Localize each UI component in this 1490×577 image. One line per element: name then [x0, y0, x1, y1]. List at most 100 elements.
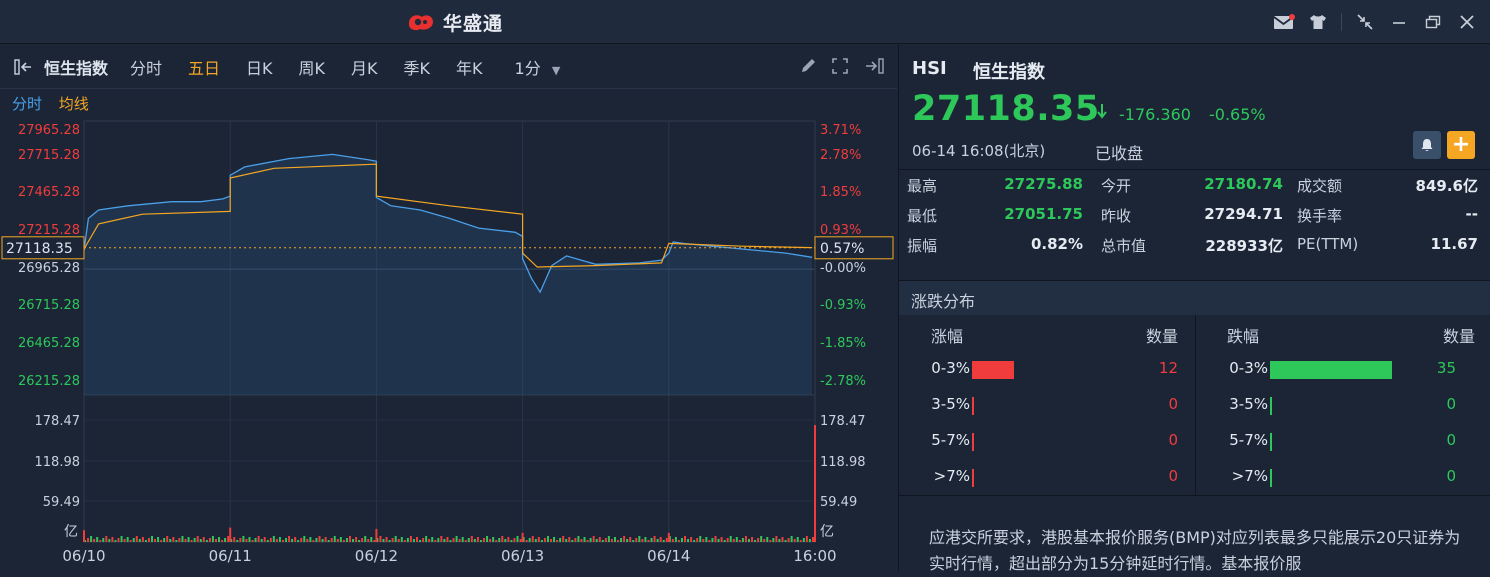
volume-bar: [699, 536, 702, 542]
volume-tick-label: 118.98: [35, 455, 81, 470]
volume-bar: [172, 537, 175, 542]
volume-bar: [629, 537, 632, 542]
volume-bar: [534, 539, 537, 542]
volume-bar: [285, 538, 288, 542]
volume-bar: [486, 536, 489, 542]
add-watchlist-button[interactable]: +: [1447, 131, 1475, 159]
volume-bar: [476, 537, 479, 542]
volume-bar: [297, 540, 300, 542]
minimize-icon[interactable]: [1382, 0, 1416, 44]
volume-bar: [333, 536, 336, 542]
five-day-chart[interactable]: 27965.28 27715.28 27465.28 27215.28 26965.28…: [0, 45, 897, 571]
volume-bar: [519, 539, 522, 542]
volume-bar: [467, 538, 470, 542]
volume-bar: [245, 539, 248, 542]
volume-bar: [272, 536, 275, 542]
volume-bar: [379, 536, 382, 542]
volume-bar: [324, 537, 327, 542]
stat-label: PE(TTM): [1297, 235, 1359, 253]
column-divider: [1195, 315, 1196, 495]
volume-bar: [690, 537, 693, 542]
volume-bar: [391, 538, 394, 542]
volume-bar: [385, 537, 388, 542]
volume-bar: [315, 538, 318, 542]
separator: [1341, 13, 1342, 31]
volume-bar: [577, 536, 580, 542]
volume-bar: [99, 540, 102, 542]
volume-bar: [510, 540, 513, 542]
volume-bar: [455, 536, 458, 542]
volume-bar: [437, 538, 440, 542]
volume-bar: [141, 537, 144, 542]
volume-bar: [90, 536, 93, 542]
skin-icon[interactable]: [1301, 0, 1335, 44]
x-axis-label: 06/13: [501, 547, 544, 565]
volume-bar: [747, 539, 750, 542]
volume-bar: [802, 538, 805, 542]
volume-bar: [184, 539, 187, 542]
down-range-label: 0-3%: [1229, 359, 1268, 377]
volume-bar: [157, 537, 160, 542]
volume-bar: [751, 537, 754, 542]
alert-bell-button[interactable]: [1413, 131, 1441, 159]
down-distribution-bar: [1270, 397, 1272, 415]
volume-bar: [248, 537, 251, 542]
volume-bar: [190, 540, 193, 542]
volume-bar: [805, 536, 808, 542]
volume-bar: [665, 538, 668, 542]
plus-icon: +: [1451, 132, 1471, 157]
volume-bar: [550, 539, 553, 542]
current-price-label: 27118.35: [6, 241, 73, 257]
volume-bar: [169, 539, 172, 542]
volume-bar: [269, 538, 272, 542]
logo-icon: [408, 15, 433, 31]
up-range-label: 3-5%: [931, 395, 970, 413]
mail-icon[interactable]: [1267, 0, 1301, 44]
volume-bar: [711, 538, 714, 542]
volume-bar: [318, 536, 321, 542]
stat-value: 27294.71: [1204, 205, 1283, 223]
volume-bar: [425, 536, 428, 542]
volume-bar: [744, 536, 747, 542]
price-tick-label: 26215.28: [18, 374, 80, 389]
volume-bar: [546, 536, 549, 542]
volume-bar: [303, 536, 306, 542]
up-count: 0: [1168, 467, 1178, 485]
volume-bar: [607, 536, 610, 542]
volume-bar: [732, 539, 735, 542]
volume-bar: [595, 539, 598, 542]
app-logo: 华盛通: [405, 9, 503, 35]
quote-time: 06-14 16:08(北京): [912, 142, 1046, 160]
restore-icon[interactable]: [1416, 0, 1450, 44]
volume-bar: [808, 539, 811, 542]
volume-bar: [638, 536, 641, 542]
volume-bar: [479, 540, 482, 542]
stat-value: 11.67: [1430, 235, 1478, 253]
quote-price: 27118.35: [912, 89, 1100, 129]
stat-label: 成交额: [1297, 177, 1343, 195]
shrink-icon[interactable]: [1348, 0, 1382, 44]
volume-bar: [160, 540, 163, 542]
volume-bar: [431, 537, 434, 542]
volume-bar: [218, 537, 221, 542]
stat-value: 0.82%: [1030, 235, 1083, 253]
pct-tick-label: 1.85%: [820, 185, 861, 200]
bell-icon: [1421, 139, 1433, 151]
stat-label: 最低: [907, 207, 938, 225]
volume-bar: [242, 536, 245, 542]
bmp-notice: 应港交所要求，港股基本报价服务(BMP)对应列表最多只能展示20只证券为实时行情…: [929, 528, 1461, 573]
close-icon[interactable]: [1450, 0, 1484, 44]
volume-bar: [656, 539, 659, 542]
volume-bar: [726, 538, 729, 542]
volume-spike: [521, 532, 524, 542]
volume-bar: [501, 536, 504, 542]
volume-bar: [440, 536, 443, 542]
volume-bar: [763, 539, 766, 542]
volume-bar: [738, 540, 741, 542]
down-distribution-bar: [1270, 361, 1392, 379]
volume-bar: [793, 539, 796, 542]
volume-bar: [470, 536, 473, 542]
x-axis-label: 06/12: [355, 547, 398, 565]
volume-tick-label: 118.98: [820, 455, 866, 470]
volume-bar: [224, 538, 227, 542]
